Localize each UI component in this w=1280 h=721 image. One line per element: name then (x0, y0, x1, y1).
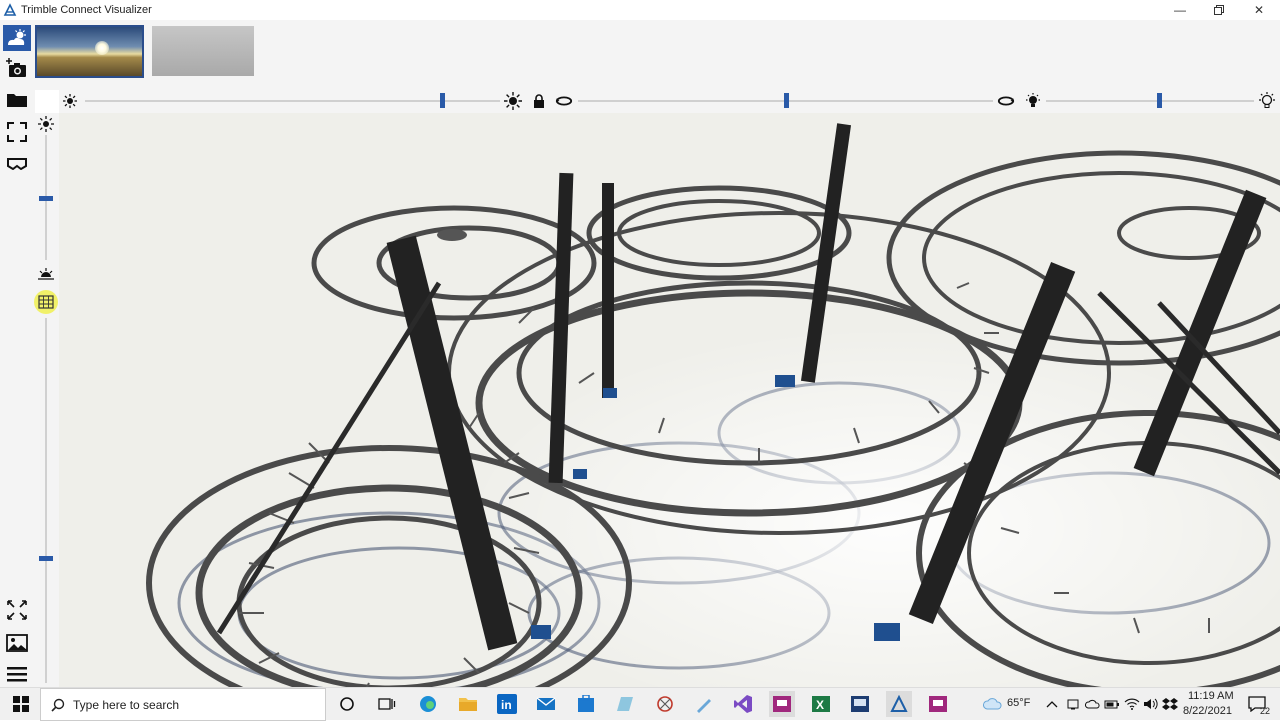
grey-environment-thumbnail[interactable] (152, 26, 254, 76)
sunset-icon (37, 265, 55, 283)
sun-intensity-track[interactable] (85, 100, 500, 102)
folder-icon[interactable] (3, 87, 31, 113)
sketch-app-icon[interactable] (612, 691, 638, 717)
edge-browser-icon[interactable] (415, 691, 441, 717)
rotate-right-icon[interactable] (997, 92, 1015, 110)
camera-add-icon[interactable] (3, 55, 31, 81)
title-bar: Trimble Connect Visualizer (0, 0, 1280, 20)
weather-cloud-icon[interactable] (980, 691, 1006, 717)
vertical-slider-bottom-track[interactable] (45, 318, 47, 683)
light-intensity-track[interactable] (1046, 100, 1254, 102)
trimble-visualizer-taskbar-icon[interactable] (886, 691, 912, 717)
sun-intensity-knob[interactable] (440, 93, 445, 108)
expand-view-icon[interactable] (3, 597, 31, 623)
restore-icon[interactable] (1199, 0, 1239, 20)
environment-icon[interactable] (3, 25, 31, 51)
close-icon[interactable]: ✕ (1239, 0, 1279, 20)
fullscreen-icon[interactable] (3, 119, 31, 145)
linkedin-icon[interactable]: in (494, 691, 520, 717)
3d-viewport[interactable] (59, 113, 1280, 687)
weather-temperature[interactable]: 65°F (1007, 697, 1030, 709)
lightbulb-icon (1024, 92, 1042, 110)
window-title: Trimble Connect Visualizer (21, 4, 152, 16)
sun-icon (37, 115, 55, 133)
sun-large-icon (504, 92, 522, 110)
sun-small-icon (61, 92, 79, 110)
sketchup-icon[interactable] (847, 691, 873, 717)
taskbar-date[interactable]: 8/22/2021 (1183, 705, 1232, 717)
search-icon (51, 698, 65, 712)
windows-start-icon[interactable] (8, 691, 34, 717)
vertical-slider-top-knob[interactable] (39, 196, 53, 201)
taskbar-search-box[interactable]: Type here to search (40, 688, 326, 721)
svg-text:X: X (816, 698, 824, 712)
rotate-left-icon[interactable] (555, 92, 573, 110)
tray-dropbox-icon[interactable] (1157, 691, 1183, 717)
visual-studio-icon[interactable] (730, 691, 756, 717)
task-view-icon[interactable] (374, 691, 400, 717)
light-intensity-knob[interactable] (1157, 93, 1162, 108)
notifications-count: 22 (1260, 706, 1271, 716)
menu-icon[interactable] (3, 661, 31, 687)
map-grid-icon[interactable] (37, 293, 55, 311)
file-explorer-icon[interactable] (455, 691, 481, 717)
cortana-icon[interactable] (334, 691, 360, 717)
sky-environment-thumbnail[interactable] (35, 25, 144, 78)
sun-glow (95, 41, 109, 55)
vertical-slider-bottom-knob[interactable] (39, 556, 53, 561)
pen-tool-icon[interactable] (691, 691, 717, 717)
app-logo-icon (3, 3, 17, 16)
teams-icon[interactable] (925, 691, 951, 717)
sun-rotation-knob[interactable] (784, 93, 789, 108)
lightbulb-outline-icon (1258, 92, 1276, 110)
svg-text:in: in (501, 698, 512, 712)
lock-icon[interactable] (530, 92, 548, 110)
minimize-icon[interactable]: — (1160, 0, 1200, 20)
taskbar-time[interactable]: 11:19 AM (1188, 690, 1234, 702)
search-placeholder: Type here to search (73, 697, 180, 712)
vr-headset-icon[interactable] (3, 150, 31, 176)
roller-coaster-model (59, 113, 1280, 687)
mail-icon[interactable] (533, 691, 559, 717)
presentation-app-icon[interactable] (769, 691, 795, 717)
snip-tool-icon[interactable] (652, 691, 678, 717)
app-store-icon[interactable] (573, 691, 599, 717)
excel-icon[interactable]: X (808, 691, 834, 717)
image-icon[interactable] (3, 630, 31, 656)
